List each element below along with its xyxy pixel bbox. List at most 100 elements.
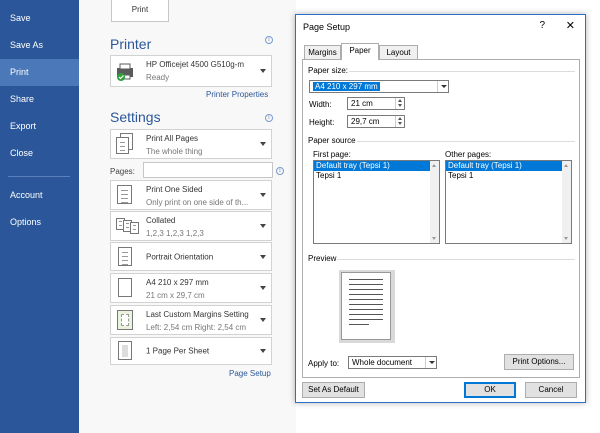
chevron-down-icon [437,81,448,92]
first-page-label: First page: [313,150,351,159]
collation-label: Collated [146,216,176,225]
margins-select[interactable]: Last Custom Margins Setting Left: 2,54 c… [110,305,272,335]
margins-label: Last Custom Margins Setting [146,310,249,319]
spinner-arrows-icon[interactable] [395,98,404,109]
tab-margins[interactable]: Margins [304,45,341,59]
chevron-down-icon [260,318,266,322]
chevron-down-icon [260,286,266,290]
list-item[interactable]: Tepsi 1 [314,171,439,181]
nav-export[interactable]: Export [0,113,79,140]
height-spinner[interactable]: 29,7 cm [347,115,405,128]
collation-select[interactable]: Collated 1,2,3 1,2,3 1,2,3 [110,211,272,241]
settings-info-icon[interactable]: i [265,114,273,122]
paper-source-heading: Paper source [308,136,356,145]
nav-print[interactable]: Print [0,59,79,86]
paper-size-heading: Paper size: [308,66,349,75]
paper-size-value: A4 210 x 297 mm [313,82,380,91]
list-item[interactable]: Default tray (Tepsi 1) [446,161,571,171]
paper-tab-panel: Paper size: A4 210 x 297 mm Width: 21 cm… [302,59,580,378]
printer-heading: Printer [110,36,152,52]
portrait-icon [116,246,134,268]
ok-button[interactable]: OK [464,382,516,398]
printer-info-icon[interactable]: i [265,36,273,44]
backstage-nav: Save Save As Print Share Export Close Ac… [0,0,79,433]
apply-to-value: Whole document [352,358,413,367]
collated-icon [116,215,140,237]
scrollbar[interactable] [562,161,571,243]
printer-properties-link[interactable]: Printer Properties [206,90,268,99]
page-setup-dialog: Page Setup ? ✕ Margins Paper Layout Pape… [295,14,586,403]
print-range-label: Print All Pages [146,134,199,143]
divider [357,141,575,142]
paper-size-dropdown[interactable]: A4 210 x 297 mm [309,80,449,93]
list-item[interactable]: Tepsi 1 [446,171,571,181]
tab-paper[interactable]: Paper [341,43,379,60]
paper-size-label: A4 210 x 297 mm [146,278,209,287]
width-value: 21 cm [351,99,373,108]
nav-account[interactable]: Account [0,182,79,209]
dialog-title: Page Setup [303,22,351,32]
spinner-arrows-icon[interactable] [395,116,404,127]
first-page-listbox[interactable]: Default tray (Tepsi 1) Tepsi 1 [313,160,440,244]
chevron-down-icon [260,224,266,228]
one-sided-icon [116,184,134,206]
help-button[interactable]: ? [539,20,545,31]
cancel-button[interactable]: Cancel [525,382,577,398]
paper-size-desc: 21 cm x 29,7 cm [146,291,205,300]
sides-desc: Only print on one side of th... [146,198,249,207]
printer-select[interactable]: HP Officejet 4500 G510g-m Ready [110,55,272,87]
other-pages-label: Other pages: [445,150,492,159]
close-icon[interactable]: ✕ [566,19,575,32]
chevron-down-icon [260,69,266,73]
page-per-sheet-icon [116,340,134,362]
settings-heading: Settings [110,109,161,125]
preview-heading: Preview [308,254,337,263]
chevron-down-icon [260,349,266,353]
apply-to-dropdown[interactable]: Whole document [348,356,437,369]
sides-label: Print One Sided [146,185,203,194]
nav-share[interactable]: Share [0,86,79,113]
print-range-desc: The whole thing [146,147,203,156]
other-pages-listbox[interactable]: Default tray (Tepsi 1) Tepsi 1 [445,160,572,244]
pages-info-icon[interactable]: i [276,167,284,175]
printer-status: Ready [146,73,170,82]
print-settings-pane: Print Printer i HP Officejet 4500 G510g-… [79,0,296,433]
tab-layout[interactable]: Layout [379,45,418,59]
list-item[interactable]: Default tray (Tepsi 1) [314,161,439,171]
paper-size-select[interactable]: A4 210 x 297 mm 21 cm x 29,7 cm [110,273,272,303]
chevron-down-icon [260,193,266,197]
divider [349,71,575,72]
pages-per-sheet-label: 1 Page Per Sheet [146,346,210,356]
paper-size-icon [116,277,134,299]
width-spinner[interactable]: 21 cm [347,97,405,110]
nav-save[interactable]: Save [0,5,79,32]
nav-divider [8,176,70,177]
print-range-select[interactable]: Print All Pages The whole thing [110,129,272,159]
apply-to-label: Apply to: [308,359,340,368]
orientation-label: Portrait Orientation [146,252,214,261]
print-options-button[interactable]: Print Options... [504,354,574,370]
margins-icon [116,309,134,331]
chevron-down-icon [425,357,436,368]
divider [337,259,575,260]
chevron-down-icon [260,254,266,259]
nav-options[interactable]: Options [0,209,79,236]
pages-input[interactable] [143,162,273,178]
set-as-default-button[interactable]: Set As Default [302,382,365,398]
margins-desc: Left: 2,54 cm Right: 2,54 cm [146,323,247,332]
print-button[interactable]: Print [111,0,169,22]
page-setup-link[interactable]: Page Setup [229,369,271,378]
nav-close[interactable]: Close [0,140,79,167]
preview-text-lines [349,279,383,329]
orientation-select[interactable]: Portrait Orientation [110,242,272,271]
pages-per-sheet-select[interactable]: 1 Page Per Sheet [110,337,272,365]
collation-desc: 1,2,3 1,2,3 1,2,3 [146,229,204,238]
height-value: 29,7 cm [351,117,380,126]
nav-save-as[interactable]: Save As [0,32,79,59]
sides-select[interactable]: Print One Sided Only print on one side o… [110,180,272,210]
chevron-down-icon [260,142,266,146]
printer-icon [117,63,133,81]
printer-name: HP Officejet 4500 G510g-m [146,60,244,69]
width-label: Width: [309,100,332,109]
scrollbar[interactable] [430,161,439,243]
